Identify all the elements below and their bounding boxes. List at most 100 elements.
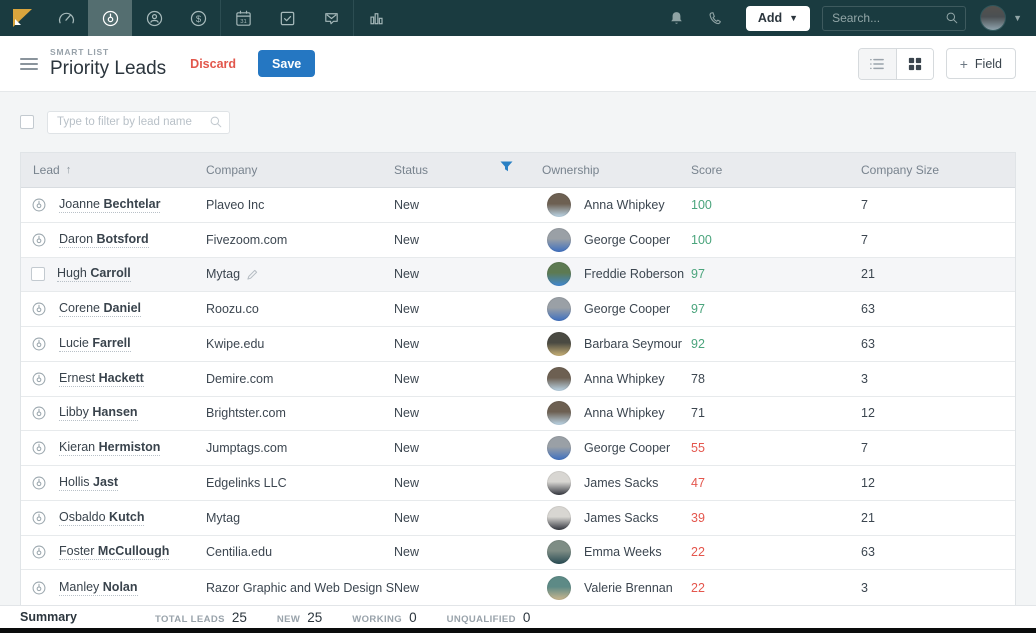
owner-avatar <box>547 332 571 356</box>
lead-last-name: Jast <box>93 475 118 489</box>
nav-calendar[interactable]: 31 <box>221 0 265 36</box>
list-view-button[interactable] <box>859 49 896 79</box>
stat-label: TOTAL LEADS <box>155 614 225 625</box>
view-toggle <box>858 48 934 80</box>
status-filter-icon[interactable] <box>500 161 513 176</box>
owner-name: George Cooper <box>584 233 670 247</box>
owner-name: Anna Whipkey <box>584 372 665 386</box>
lead-status-icon <box>31 232 47 248</box>
lead-filter-input[interactable] <box>47 111 230 134</box>
lead-name-link[interactable]: Hollis Jast <box>59 475 118 491</box>
lead-name-link[interactable]: Corene Daniel <box>59 301 141 317</box>
top-nav: $ 31 <box>0 0 1036 36</box>
table-row[interactable]: Libby HansenBrightster.comNewAnna Whipke… <box>21 397 1015 432</box>
lead-status: New <box>394 406 537 420</box>
column-header-company[interactable]: Company <box>206 163 394 177</box>
lead-status: New <box>394 302 537 316</box>
menu-icon[interactable] <box>20 55 38 73</box>
lead-first-name: Joanne <box>59 197 100 211</box>
lead-name-link[interactable]: Manley Nolan <box>59 580 138 596</box>
save-button[interactable]: Save <box>258 50 315 77</box>
owner-avatar <box>547 540 571 564</box>
nav-reports[interactable] <box>354 0 398 36</box>
table-row[interactable]: Joanne BechtelarPlaveo IncNewAnna Whipke… <box>21 188 1015 223</box>
lead-status: New <box>394 233 537 247</box>
lead-status: New <box>394 511 537 525</box>
logo-icon <box>12 9 33 28</box>
table-row[interactable]: Osbaldo KutchMytagNewJames Sacks3921 <box>21 501 1015 536</box>
lead-name-link[interactable]: Daron Botsford <box>59 232 149 248</box>
notifications-bell-icon[interactable] <box>668 10 685 27</box>
column-header-company-size[interactable]: Company Size <box>856 163 1015 177</box>
column-header-lead[interactable]: Lead ↑ <box>21 163 206 177</box>
leads-table: Lead ↑ Company Status Ownership Score Co… <box>20 152 1016 606</box>
row-checkbox[interactable] <box>31 267 45 281</box>
user-avatar[interactable] <box>980 5 1006 31</box>
lead-name-link[interactable]: Hugh Carroll <box>57 266 131 282</box>
select-all-checkbox[interactable] <box>20 115 34 129</box>
owner-name: Anna Whipkey <box>584 198 665 212</box>
column-header-status[interactable]: Status <box>394 163 537 177</box>
summary-stat: NEW25 <box>277 610 322 625</box>
add-field-button[interactable]: + Field <box>946 48 1016 79</box>
nav-contacts[interactable] <box>132 0 176 36</box>
lead-name-link[interactable]: Libby Hansen <box>59 405 138 421</box>
lead-status-icon <box>31 440 47 456</box>
lead-first-name: Daron <box>59 232 93 246</box>
table-row[interactable]: Daron BotsfordFivezoom.comNewGeorge Coop… <box>21 223 1015 258</box>
owner-name: James Sacks <box>584 511 658 525</box>
nav-tasks[interactable] <box>265 0 309 36</box>
lead-name-link[interactable]: Foster McCullough <box>59 544 169 560</box>
lead-last-name: Botsford <box>97 232 149 246</box>
company-name: Plaveo Inc <box>206 198 264 212</box>
lead-name-link[interactable]: Osbaldo Kutch <box>59 510 144 526</box>
add-button[interactable]: Add ▼ <box>746 6 810 31</box>
calendar-icon: 31 <box>234 9 253 28</box>
table-row[interactable]: Corene DanielRoozu.coNewGeorge Cooper976… <box>21 292 1015 327</box>
conversations-icon <box>322 9 341 28</box>
lead-score: 92 <box>691 337 856 351</box>
company-size: 21 <box>856 267 1015 281</box>
table-row[interactable]: Hugh CarrollMytagNewFreddie Roberson9721 <box>21 258 1015 293</box>
lead-status-icon <box>31 405 47 421</box>
lead-name-link[interactable]: Joanne Bechtelar <box>59 197 160 213</box>
company-name: Roozu.co <box>206 302 259 316</box>
discard-button[interactable]: Discard <box>190 57 236 71</box>
leads-icon <box>101 9 120 28</box>
nav-conversations[interactable] <box>309 0 353 36</box>
lead-score: 97 <box>691 267 856 281</box>
lead-last-name: Nolan <box>103 580 138 594</box>
company-name: Mytag <box>206 511 240 525</box>
company-name: Demire.com <box>206 372 273 386</box>
table-row[interactable]: Ernest HackettDemire.comNewAnna Whipkey7… <box>21 362 1015 397</box>
edit-pencil-icon[interactable] <box>247 269 258 280</box>
app-logo[interactable] <box>0 0 44 36</box>
table-row[interactable]: Lucie FarrellKwipe.eduNewBarbara Seymour… <box>21 327 1015 362</box>
dashboard-icon <box>57 9 76 28</box>
svg-text:31: 31 <box>240 18 247 24</box>
lead-name-link[interactable]: Kieran Hermiston <box>59 440 160 456</box>
company-size: 12 <box>856 406 1015 420</box>
company-name: Edgelinks LLC <box>206 476 287 490</box>
column-header-score[interactable]: Score <box>691 163 856 177</box>
company-size: 3 <box>856 372 1015 386</box>
content-area: Lead ↑ Company Status Ownership Score Co… <box>0 92 1036 605</box>
user-menu-caret-icon[interactable]: ▼ <box>1013 13 1022 23</box>
phone-icon[interactable] <box>707 10 724 27</box>
company-size: 12 <box>856 476 1015 490</box>
owner-name: Valerie Brennan <box>584 581 673 595</box>
tasks-icon <box>278 9 297 28</box>
nav-dashboard[interactable] <box>44 0 88 36</box>
lead-name-link[interactable]: Ernest Hackett <box>59 371 144 387</box>
table-row[interactable]: Manley NolanRazor Graphic and Web Design… <box>21 570 1015 605</box>
grid-view-button[interactable] <box>896 49 933 79</box>
column-header-ownership[interactable]: Ownership <box>537 163 691 177</box>
nav-leads[interactable] <box>88 0 132 36</box>
table-row[interactable]: Hollis JastEdgelinks LLCNewJames Sacks47… <box>21 466 1015 501</box>
page-title: Priority Leads <box>50 58 166 80</box>
lead-first-name: Kieran <box>59 440 95 454</box>
table-row[interactable]: Kieran HermistonJumptags.comNewGeorge Co… <box>21 431 1015 466</box>
lead-name-link[interactable]: Lucie Farrell <box>59 336 131 352</box>
table-row[interactable]: Foster McCulloughCentilia.eduNewEmma Wee… <box>21 536 1015 571</box>
nav-opportunities[interactable]: $ <box>176 0 220 36</box>
